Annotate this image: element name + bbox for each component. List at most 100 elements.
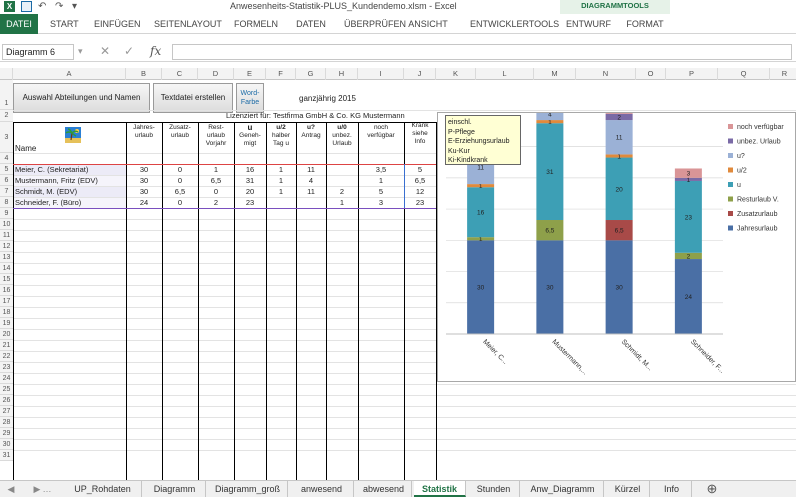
column-header[interactable]: O (636, 68, 666, 80)
table-cell[interactable]: 0 (162, 197, 198, 208)
table-cell[interactable]: 20 (234, 186, 266, 197)
ribbon-tab[interactable]: FORMELN (228, 14, 284, 34)
table-cell[interactable] (296, 197, 326, 208)
table-cell[interactable]: 23 (404, 197, 436, 208)
column-header[interactable]: M (534, 68, 576, 80)
table-cell[interactable]: 11 (296, 186, 326, 197)
row-header[interactable]: 13 (0, 252, 13, 263)
word-color-button[interactable]: Word-Farbe (236, 83, 264, 113)
table-cell[interactable]: Schmidt, M. (EDV) (13, 186, 126, 197)
column-header[interactable]: C (162, 68, 198, 80)
add-sheet-icon[interactable]: ⊕ (700, 481, 724, 497)
table-cell[interactable]: 4 (296, 175, 326, 186)
column-header[interactable]: J (404, 68, 436, 80)
select-departments-button[interactable]: Auswahl Abteilungen und Namen (13, 83, 150, 113)
row-header[interactable]: 19 (0, 318, 13, 329)
sheet-tab[interactable]: anwesend (290, 481, 354, 497)
cancel-icon[interactable]: ✕ (100, 44, 110, 58)
enter-icon[interactable]: ✓ (124, 44, 134, 58)
sheet-tab[interactable]: Anw_Diagramm (522, 481, 604, 497)
table-cell[interactable]: 2 (198, 197, 234, 208)
row-header[interactable]: 5 (0, 164, 13, 175)
row-header[interactable]: 3 (0, 122, 13, 153)
table-cell[interactable]: Schneider, F. (Büro) (13, 197, 126, 208)
ribbon-tab[interactable]: ENTWURF (560, 14, 616, 34)
table-cell[interactable] (266, 197, 296, 208)
table-cell[interactable]: Mustermann, Fritz (EDV) (13, 175, 126, 186)
row-header[interactable]: 7 (0, 186, 13, 197)
customize-qat-icon[interactable]: ▾ (72, 1, 83, 12)
create-textfile-button[interactable]: Textdatei erstellen (153, 83, 233, 113)
column-header[interactable]: E (234, 68, 266, 80)
row-header[interactable]: 24 (0, 373, 13, 384)
row-header[interactable]: 23 (0, 362, 13, 373)
table-cell[interactable]: 16 (234, 164, 266, 175)
table-cell[interactable]: 30 (126, 186, 162, 197)
ribbon-tab[interactable]: EINFÜGEN (88, 14, 144, 34)
tab-prev-icon[interactable]: ◀ (4, 481, 18, 497)
column-header[interactable]: D (198, 68, 234, 80)
row-header[interactable]: 15 (0, 274, 13, 285)
row-header[interactable]: 9 (0, 208, 13, 219)
row-header[interactable]: 26 (0, 395, 13, 406)
sheet-tab[interactable]: Diagramm (144, 481, 206, 497)
save-icon[interactable] (21, 1, 32, 12)
row-header[interactable]: 30 (0, 439, 13, 450)
row-header[interactable]: 31 (0, 450, 13, 461)
table-cell[interactable]: 31 (234, 175, 266, 186)
row-header[interactable]: 10 (0, 219, 13, 230)
table-cell[interactable]: 6,5 (198, 175, 234, 186)
ribbon-tab[interactable]: START (44, 14, 84, 34)
formula-input[interactable] (172, 44, 792, 60)
column-header[interactable]: P (666, 68, 718, 80)
name-box[interactable]: Diagramm 6 (2, 44, 74, 60)
row-header[interactable]: 1 (0, 80, 13, 110)
row-header[interactable]: 4 (0, 153, 13, 164)
column-header[interactable]: G (296, 68, 326, 80)
column-header[interactable]: Q (718, 68, 770, 80)
table-cell[interactable]: 1 (266, 175, 296, 186)
sheet-tab[interactable]: abwesend (356, 481, 412, 497)
table-cell[interactable]: 24 (126, 197, 162, 208)
ribbon-tab[interactable]: FORMAT (620, 14, 670, 34)
table-cell[interactable]: 12 (404, 186, 436, 197)
undo-icon[interactable]: ↶ (38, 1, 49, 12)
table-cell[interactable]: 6,5 (162, 186, 198, 197)
sheet-tab[interactable]: Info (652, 481, 692, 497)
row-header[interactable]: 2 (0, 110, 13, 122)
table-cell[interactable]: 1 (266, 164, 296, 175)
table-cell[interactable]: 30 (126, 164, 162, 175)
ribbon-tab[interactable]: DATEI (0, 14, 38, 34)
row-header[interactable]: 17 (0, 296, 13, 307)
sheet-tab[interactable]: Kürzel (606, 481, 650, 497)
sheet-tab[interactable]: Statistik (414, 481, 466, 497)
row-header[interactable]: 16 (0, 285, 13, 296)
table-cell[interactable]: 0 (162, 164, 198, 175)
row-header[interactable]: 20 (0, 329, 13, 340)
ribbon-tab[interactable]: ÜBERPRÜFEN (338, 14, 406, 34)
table-cell[interactable]: 23 (234, 197, 266, 208)
table-cell[interactable]: 5 (404, 164, 436, 175)
column-header[interactable]: N (576, 68, 636, 80)
row-header[interactable]: 11 (0, 230, 13, 241)
table-cell[interactable] (326, 164, 358, 175)
row-header[interactable]: 22 (0, 351, 13, 362)
column-header[interactable]: R (770, 68, 796, 80)
row-header[interactable]: 29 (0, 428, 13, 439)
column-header[interactable]: F (266, 68, 296, 80)
ribbon-tab[interactable]: DATEN (288, 14, 334, 34)
table-cell[interactable]: 6,5 (404, 175, 436, 186)
sheet-tab[interactable]: Stunden (468, 481, 520, 497)
table-cell[interactable]: 1 (266, 186, 296, 197)
table-cell[interactable]: 1 (358, 175, 404, 186)
column-header[interactable]: I (358, 68, 404, 80)
row-header[interactable]: 6 (0, 175, 13, 186)
table-cell[interactable] (326, 175, 358, 186)
table-cell[interactable]: 11 (296, 164, 326, 175)
ribbon-tab[interactable]: SEITENLAYOUT (148, 14, 224, 34)
row-header[interactable]: 14 (0, 263, 13, 274)
column-header[interactable]: H (326, 68, 358, 80)
table-cell[interactable]: 30 (126, 175, 162, 186)
name-box-dropdown-icon[interactable]: ▾ (78, 46, 83, 57)
table-cell[interactable]: 5 (358, 186, 404, 197)
